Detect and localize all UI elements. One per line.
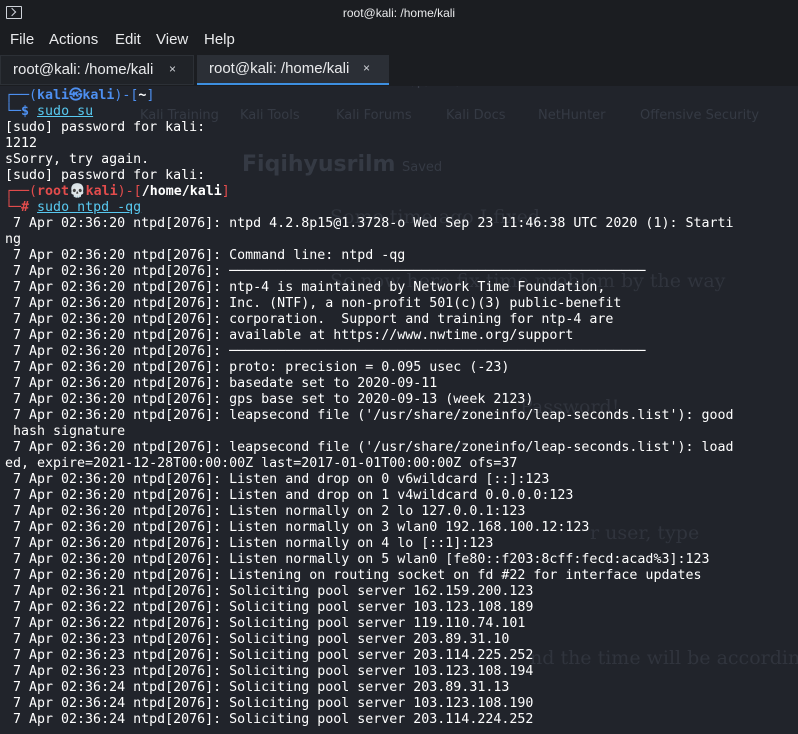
tab-label: root@kali: /home/kali — [209, 60, 350, 77]
output-line: 7 Apr 02:36:20 ntpd[2076]: ntp-4 is main… — [5, 280, 606, 295]
command-args: ntpd -qg — [69, 200, 142, 215]
output-line: 7 Apr 02:36:24 ntpd[2076]: Soliciting po… — [5, 712, 534, 727]
prompt-bracket: )-[ — [114, 88, 139, 103]
output-line: 7 Apr 02:36:20 ntpd[2076]: Listen and dr… — [5, 488, 574, 503]
output-line: 7 Apr 02:36:23 ntpd[2076]: Soliciting po… — [5, 664, 534, 679]
prompt-corner: └─ — [5, 104, 22, 119]
prompt-dir: /home/kali — [141, 184, 222, 199]
command-line: └─# sudo ntpd -qg — [5, 200, 141, 216]
menu-file[interactable]: File — [10, 31, 34, 48]
output-line: 7 Apr 02:36:22 ntpd[2076]: Soliciting po… — [5, 616, 526, 631]
output-line: ed, expire=2021-12-28T00:00:00Z last=201… — [5, 456, 518, 471]
output-line: 7 Apr 02:36:20 ntpd[2076]: basedate set … — [5, 376, 438, 391]
output-line: 7 Apr 02:36:20 ntpd[2076]: available at … — [5, 328, 574, 343]
output-line: 7 Apr 02:36:22 ntpd[2076]: Soliciting po… — [5, 600, 534, 615]
output-line: 7 Apr 02:36:20 ntpd[2076]: Listen normal… — [5, 552, 710, 567]
prompt-user: kali — [37, 88, 70, 103]
output-line: 7 Apr 02:36:20 ntpd[2076]: Listen normal… — [5, 504, 526, 519]
command-args: su — [69, 104, 94, 119]
terminal-tab-2[interactable]: root@kali: /home/kali × — [197, 55, 389, 85]
menu-actions[interactable]: Actions — [49, 31, 98, 48]
prompt-bracket: )-[ — [117, 184, 142, 199]
output-line: 7 Apr 02:36:20 ntpd[2076]: Listen normal… — [5, 536, 494, 551]
command-line: └─$ sudo su — [5, 104, 93, 120]
command-name: sudo — [37, 200, 70, 215]
prompt-bracket: ] — [146, 88, 155, 103]
output-line: 7 Apr 02:36:20 ntpd[2076]: leapsecond fi… — [5, 408, 734, 423]
output-line: hash signature — [5, 424, 126, 439]
close-icon[interactable]: × — [169, 62, 176, 76]
menu-view[interactable]: View — [156, 31, 188, 48]
output-line: 7 Apr 02:36:24 ntpd[2076]: Soliciting po… — [5, 680, 510, 695]
output-line: 7 Apr 02:36:21 ntpd[2076]: Soliciting po… — [5, 584, 534, 599]
terminal-tabbar: root@kali: /home/kali × root@kali: /home… — [0, 52, 798, 86]
menu-help[interactable]: Help — [204, 31, 235, 48]
window-title: root@kali: /home/kali — [342, 6, 456, 20]
prompt-user: root — [37, 184, 70, 199]
prompt-symbol: $ — [21, 104, 30, 119]
output-line: 7 Apr 02:36:23 ntpd[2076]: Soliciting po… — [5, 648, 534, 663]
prompt-bracket: ┌──( — [5, 184, 38, 199]
output-line: 7 Apr 02:36:20 ntpd[2076]: Listening on … — [5, 568, 702, 583]
command-name: sudo — [37, 104, 70, 119]
output-line: 7 Apr 02:36:20 ntpd[2076]: Listen normal… — [5, 520, 590, 535]
close-icon[interactable]: × — [363, 61, 370, 75]
menubar: File Actions Edit View Help — [0, 28, 798, 52]
output-line: 7 Apr 02:36:20 ntpd[2076]: leapsecond fi… — [5, 440, 734, 455]
prompt-corner: └─ — [5, 200, 22, 215]
output-line: 7 Apr 02:36:20 ntpd[2076]: ─────────────… — [5, 264, 646, 279]
output-line: 7 Apr 02:36:20 ntpd[2076]: ─────────────… — [5, 344, 646, 359]
menu-edit[interactable]: Edit — [115, 31, 141, 48]
output-line: 1212 — [5, 136, 38, 151]
output-line: [sudo] password for kali: — [5, 120, 206, 135]
window-titlebar[interactable]: root@kali: /home/kali — [0, 0, 798, 28]
output-line: 7 Apr 02:36:20 ntpd[2076]: gps base set … — [5, 392, 534, 407]
prompt-symbol: # — [21, 200, 30, 215]
prompt-bracket: ┌──( — [5, 88, 38, 103]
output-line: 7 Apr 02:36:20 ntpd[2076]: proto: precis… — [5, 360, 510, 375]
prompt-host: kali — [85, 184, 118, 199]
output-line: 7 Apr 02:36:23 ntpd[2076]: Soliciting po… — [5, 632, 510, 647]
terminal-output[interactable]: ┌──(kali㉿kali)-[~] └─$ sudo su [sudo] pa… — [0, 86, 798, 734]
output-line: 7 Apr 02:36:24 ntpd[2076]: Soliciting po… — [5, 696, 534, 711]
skull-icon: 💀 — [69, 184, 86, 199]
output-line: ng — [5, 232, 22, 247]
output-line: 7 Apr 02:36:20 ntpd[2076]: ntpd 4.2.8p15… — [5, 216, 734, 231]
tab-label: root@kali: /home/kali — [13, 61, 154, 78]
output-line: 7 Apr 02:36:20 ntpd[2076]: Command line:… — [5, 248, 406, 263]
output-line: 7 Apr 02:36:20 ntpd[2076]: corporation. … — [5, 312, 614, 327]
output-line: 7 Apr 02:36:20 ntpd[2076]: Inc. (NTF), a… — [5, 296, 622, 311]
output-line: [sudo] password for kali: — [5, 168, 206, 183]
terminal-tab-1[interactable]: root@kali: /home/kali × — [0, 55, 194, 85]
prompt-line: ┌──(kali㉿kali)-[~] — [5, 88, 154, 104]
prompt-host: kali — [82, 88, 115, 103]
output-line: sSorry, try again. — [5, 152, 150, 167]
output-line: 7 Apr 02:36:20 ntpd[2076]: Listen and dr… — [5, 472, 550, 487]
prompt-bracket: ] — [221, 184, 230, 199]
prompt-line: ┌──(root💀kali)-[/home/kali] — [5, 184, 230, 200]
kali-icon: ㉿ — [69, 88, 83, 103]
